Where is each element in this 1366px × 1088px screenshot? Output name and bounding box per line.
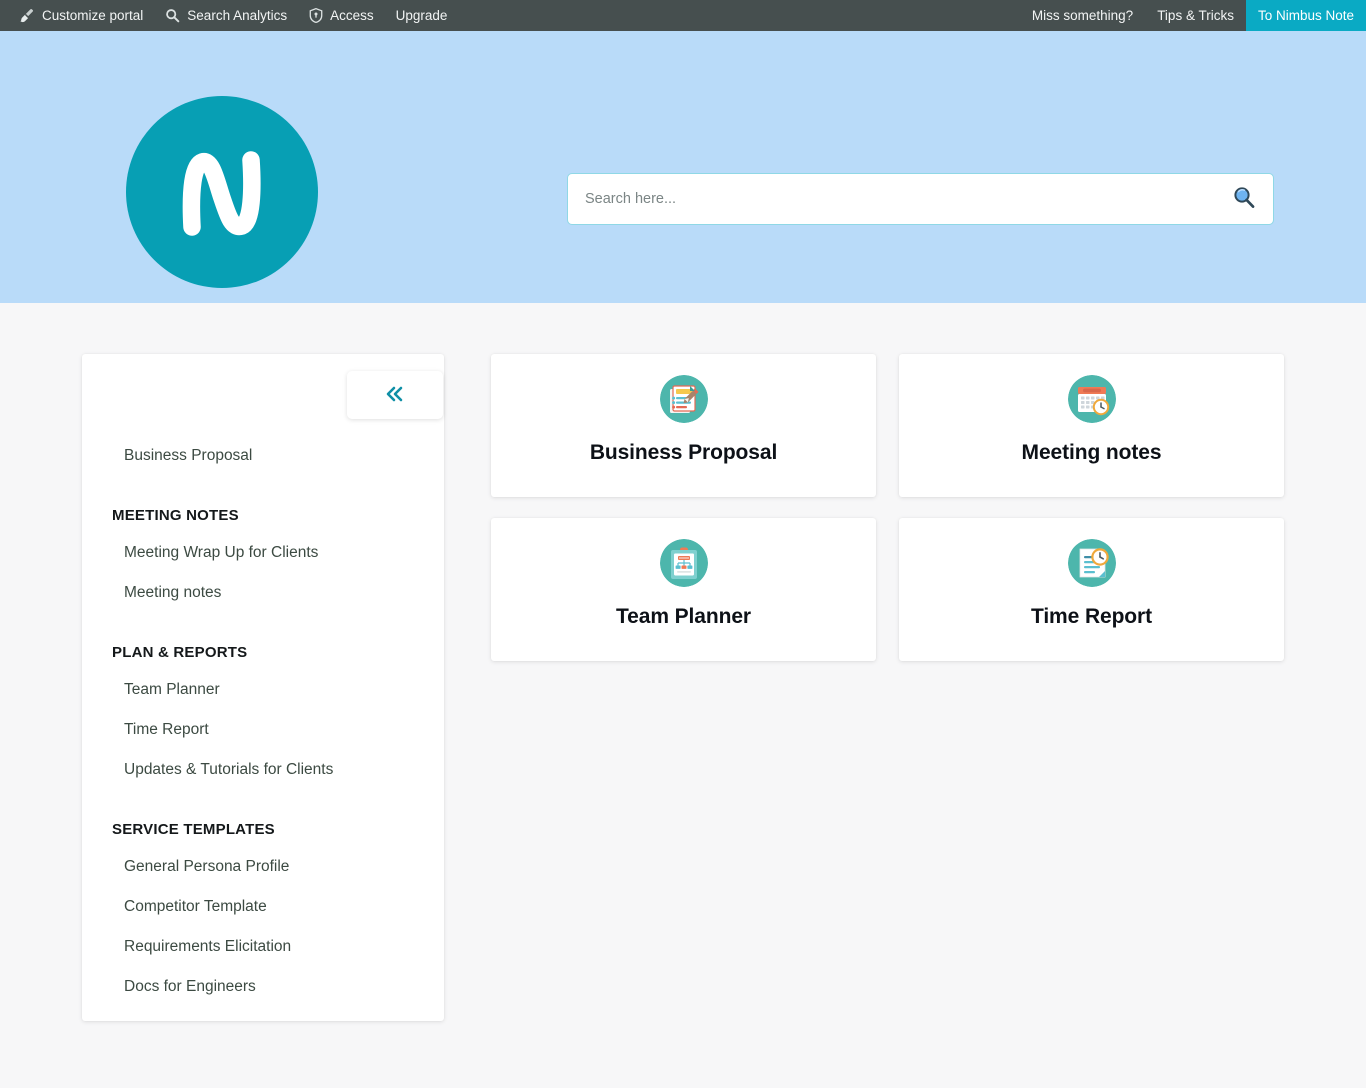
sidebar-item-general-persona-profile[interactable]: General Persona Profile <box>82 847 444 887</box>
chevron-double-left-icon <box>383 384 407 407</box>
template-cards-grid: Business Proposal Meeting notes Team Pla… <box>491 354 1284 661</box>
template-card-title: Business Proposal <box>589 441 778 464</box>
sidebar-collapse-button[interactable] <box>347 371 443 419</box>
search-analytics-button[interactable]: Search Analytics <box>154 0 298 31</box>
brush-icon <box>20 8 35 23</box>
calendar-clock-icon <box>1067 375 1116 423</box>
nimbus-logo[interactable] <box>126 96 318 288</box>
sidebar-item-requirements-elicitation[interactable]: Requirements Elicitation <box>82 927 444 967</box>
search-box[interactable] <box>567 173 1274 225</box>
sidebar-item-business-proposal[interactable]: Business Proposal <box>82 436 444 476</box>
search-bar-container <box>567 173 1274 225</box>
to-nimbus-note-label: To Nimbus Note <box>1257 8 1354 23</box>
template-card-title: Team Planner <box>616 605 751 628</box>
sidebar-item-docs-for-engineers[interactable]: Docs for Engineers <box>82 967 444 1007</box>
top-bar: Customize portal Search Analytics Access <box>0 0 1366 31</box>
sidebar-group-heading: MEETING NOTES <box>112 507 239 524</box>
sidebar-item-time-report[interactable]: Time Report <box>82 710 444 750</box>
search-input[interactable] <box>585 191 1229 207</box>
template-card-business-proposal[interactable]: Business Proposal <box>491 354 876 497</box>
search-analytics-label: Search Analytics <box>187 8 288 23</box>
miss-something-label: Miss something? <box>1031 8 1134 23</box>
tips-and-tricks-label: Tips & Tricks <box>1157 8 1234 23</box>
customize-portal-label: Customize portal <box>42 8 144 23</box>
customize-portal-button[interactable]: Customize portal <box>9 0 154 31</box>
template-card-team-planner[interactable]: Team Planner <box>491 518 876 661</box>
search-submit-button[interactable] <box>1229 184 1259 214</box>
document-checklist-pencil-icon <box>659 375 708 423</box>
main-content: Business Proposal MEETING NOTES Meeting Wr… <box>0 303 1366 1088</box>
miss-something-link[interactable]: Miss something? <box>1020 0 1145 31</box>
sidebar-item-updates-tutorials-for-clients[interactable]: Updates & Tutorials for Clients <box>82 750 444 790</box>
logo-letter-n-icon <box>182 150 261 236</box>
top-bar-right-group: Miss something? Tips & Tricks To Nimbus … <box>1020 0 1366 31</box>
sidebar-item-meeting-notes[interactable]: Meeting notes <box>82 573 444 613</box>
document-clock-icon <box>1067 539 1116 587</box>
template-card-title: Meeting notes <box>1021 441 1162 464</box>
sidebar-item-team-planner[interactable]: Team Planner <box>82 670 444 710</box>
sidebar-item-competitor-template[interactable]: Competitor Template <box>82 887 444 927</box>
to-nimbus-note-button[interactable]: To Nimbus Note <box>1245 0 1366 31</box>
magnifier-icon <box>1231 185 1257 214</box>
access-button[interactable]: Access <box>298 0 385 31</box>
clipboard-orgchart-icon <box>659 539 708 587</box>
search-icon <box>165 8 180 23</box>
header-banner <box>0 31 1366 303</box>
sidebar-group-heading: PLAN & REPORTS <box>112 644 248 661</box>
access-label: Access <box>330 8 374 23</box>
sidebar: Business Proposal MEETING NOTES Meeting Wr… <box>82 354 444 1021</box>
tips-and-tricks-link[interactable]: Tips & Tricks <box>1145 0 1246 31</box>
sidebar-nav-list: Business Proposal MEETING NOTES Meeting Wr… <box>82 354 444 1007</box>
top-bar-left-group: Customize portal Search Analytics Access <box>0 0 458 31</box>
upgrade-label: Upgrade <box>395 8 448 23</box>
template-card-title: Time Report <box>1030 605 1153 628</box>
sidebar-group-heading: SERVICE TEMPLATES <box>112 821 275 838</box>
shield-icon <box>309 8 323 23</box>
template-card-meeting-notes[interactable]: Meeting notes <box>899 354 1284 497</box>
template-card-time-report[interactable]: Time Report <box>899 518 1284 661</box>
sidebar-item-meeting-wrap-up-for-clients[interactable]: Meeting Wrap Up for Clients <box>82 533 444 573</box>
upgrade-button[interactable]: Upgrade <box>385 0 459 31</box>
